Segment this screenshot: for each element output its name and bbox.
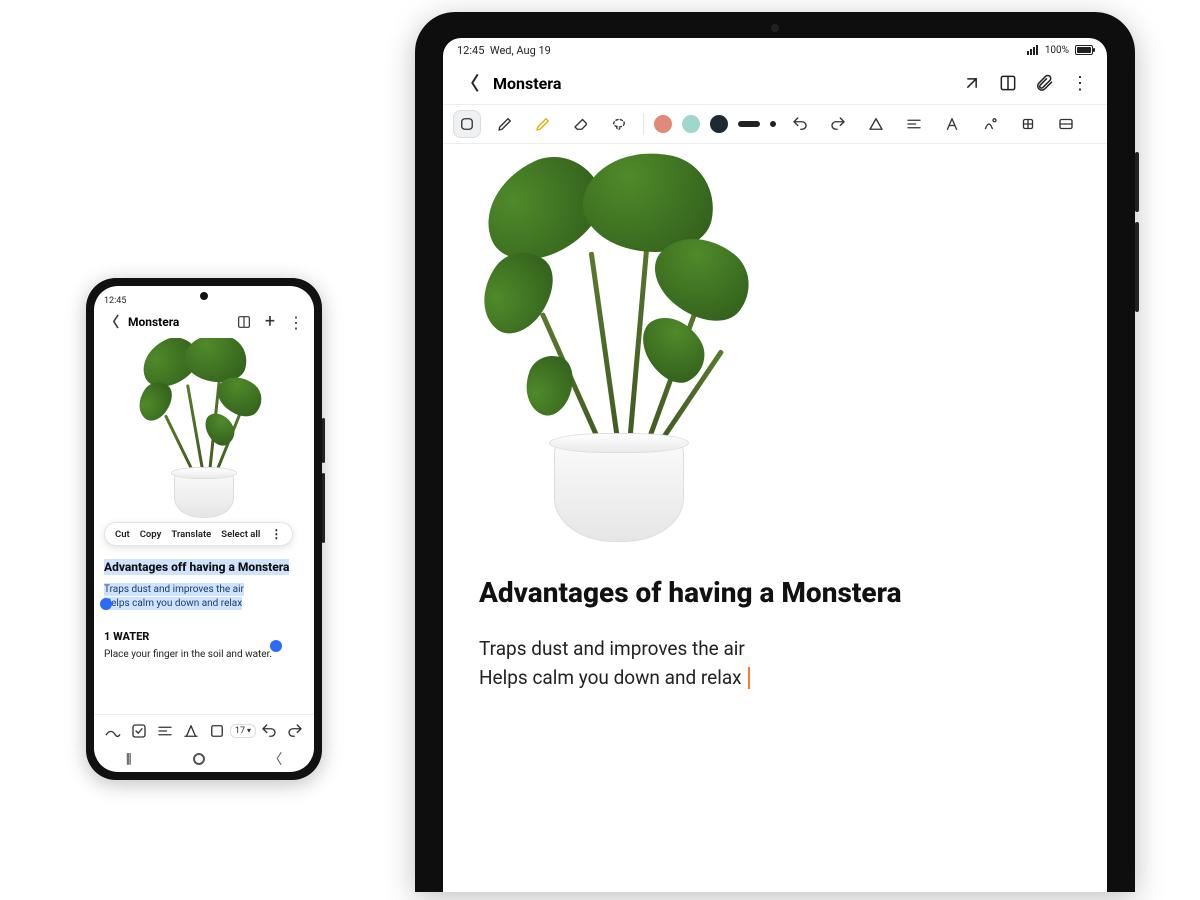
tablet-status-date: Wed, Aug 19 xyxy=(490,44,551,57)
font-color-icon[interactable] xyxy=(204,717,230,745)
plant-image xyxy=(139,338,269,518)
plant-image xyxy=(489,162,749,542)
tablet-status-right: 100% xyxy=(1027,45,1093,56)
shape-tool-icon[interactable] xyxy=(862,110,890,138)
note-line2: Helps calm you down and relax xyxy=(104,597,242,610)
pen-tool-icon[interactable] xyxy=(491,110,519,138)
more-icon[interactable]: ⋮ xyxy=(286,312,306,332)
color-swatch-2[interactable] xyxy=(682,115,700,133)
phone-front-camera xyxy=(200,292,208,300)
redo-icon[interactable] xyxy=(824,110,852,138)
selection-handle-end[interactable] xyxy=(270,640,282,652)
note-line1: Traps dust and improves the air xyxy=(479,637,745,660)
context-cut[interactable]: Cut xyxy=(115,529,130,540)
signal-icon xyxy=(1027,45,1039,55)
text-tool-icon[interactable] xyxy=(938,110,966,138)
toolbar-divider xyxy=(643,113,644,135)
tablet-status-bar: 12:45 Wed, Aug 19 100% xyxy=(443,38,1107,62)
align-icon[interactable] xyxy=(152,717,178,745)
reading-mode-icon[interactable] xyxy=(234,312,254,332)
nav-home-icon[interactable] xyxy=(193,753,205,765)
font-size-picker[interactable]: 17▾ xyxy=(230,724,256,738)
note-body-selected[interactable]: Traps dust and improves the air Helps ca… xyxy=(104,583,304,610)
context-select-all[interactable]: Select all xyxy=(221,529,260,540)
tablet-app-bar: 〈 Monstera ⋮ xyxy=(443,62,1107,104)
convert-handwriting-icon[interactable] xyxy=(976,110,1004,138)
phone-note-canvas[interactable]: Cut Copy Translate Select all ⋮ Advantag… xyxy=(94,338,314,714)
tablet-note-canvas[interactable]: Advantages of having a Monstera Traps du… xyxy=(443,144,1107,892)
selection-handle-start[interactable] xyxy=(100,598,112,610)
battery-percent: 100% xyxy=(1045,45,1069,56)
phone-screen: 12:45 〈 Monstera + ⋮ Cut Copy Translate … xyxy=(94,286,314,772)
note-body[interactable]: Traps dust and improves the air Helps ca… xyxy=(479,635,1071,692)
tablet-status-left: 12:45 Wed, Aug 19 xyxy=(457,44,551,57)
selection-tool-icon[interactable] xyxy=(453,110,481,138)
attach-icon[interactable] xyxy=(1031,70,1057,96)
phone-device-frame: 12:45 〈 Monstera + ⋮ Cut Copy Translate … xyxy=(86,278,322,780)
reading-mode-icon[interactable] xyxy=(995,70,1021,96)
color-swatch-1[interactable] xyxy=(654,115,672,133)
lasso-tool-icon[interactable] xyxy=(605,110,633,138)
redo-icon[interactable] xyxy=(282,717,308,745)
text-selection-context-menu: Cut Copy Translate Select all ⋮ xyxy=(104,522,293,546)
note-line1: Traps dust and improves the air xyxy=(104,583,244,596)
color-swatch-3[interactable] xyxy=(710,115,728,133)
align-tool-icon[interactable] xyxy=(900,110,928,138)
note-title: Monstera xyxy=(128,315,179,329)
tablet-status-time: 12:45 xyxy=(457,44,484,57)
text-cursor xyxy=(748,667,750,689)
back-icon[interactable]: 〈 xyxy=(457,70,483,96)
tablet-screen: 12:45 Wed, Aug 19 100% 〈 Monstera ⋮ xyxy=(443,38,1107,892)
tablet-device-frame: 12:45 Wed, Aug 19 100% 〈 Monstera ⋮ xyxy=(415,12,1135,892)
handwriting-icon[interactable] xyxy=(100,717,126,745)
note-title: Monstera xyxy=(493,74,561,93)
eraser-tool-icon[interactable] xyxy=(567,110,595,138)
phone-editor-toolbar: 17▾ xyxy=(94,714,314,746)
add-icon[interactable]: + xyxy=(260,312,280,332)
tablet-power-button xyxy=(1135,152,1139,212)
context-copy[interactable]: Copy xyxy=(140,529,162,540)
tablet-volume-button xyxy=(1135,222,1139,312)
stroke-thickness-dot-icon[interactable] xyxy=(770,121,776,127)
phone-volume-button xyxy=(322,473,325,543)
phone-power-button xyxy=(322,418,325,463)
checkbox-icon[interactable] xyxy=(126,717,152,745)
text-style-icon[interactable] xyxy=(178,717,204,745)
undo-icon[interactable] xyxy=(786,110,814,138)
nav-recents-icon[interactable]: ||| xyxy=(126,751,130,767)
zoom-lock-icon[interactable] xyxy=(1014,110,1042,138)
note-heading-selected[interactable]: Advantages off having a Monstera xyxy=(104,559,289,575)
phone-system-nav-bar: ||| 〈 xyxy=(94,746,314,772)
easy-writing-pad-icon[interactable] xyxy=(1052,110,1080,138)
nav-back-icon[interactable]: 〈 xyxy=(268,749,282,769)
note-heading[interactable]: Advantages of having a Monstera xyxy=(479,576,1071,609)
highlighter-tool-icon[interactable] xyxy=(529,110,557,138)
note-line2: Helps calm you down and relax xyxy=(479,666,742,689)
tablet-front-camera xyxy=(771,24,779,32)
expand-icon[interactable] xyxy=(959,70,985,96)
phone-app-bar: 〈 Monstera + ⋮ xyxy=(94,306,314,338)
context-more-icon[interactable]: ⋮ xyxy=(270,528,282,540)
back-icon[interactable]: 〈 xyxy=(102,312,122,332)
battery-icon xyxy=(1075,45,1093,55)
phone-status-time: 12:45 xyxy=(104,296,126,306)
undo-icon[interactable] xyxy=(256,717,282,745)
context-translate[interactable]: Translate xyxy=(171,529,211,540)
tablet-drawing-toolbar xyxy=(443,104,1107,144)
more-icon[interactable]: ⋮ xyxy=(1067,70,1093,96)
stroke-thickness-bar-icon[interactable] xyxy=(738,121,760,127)
